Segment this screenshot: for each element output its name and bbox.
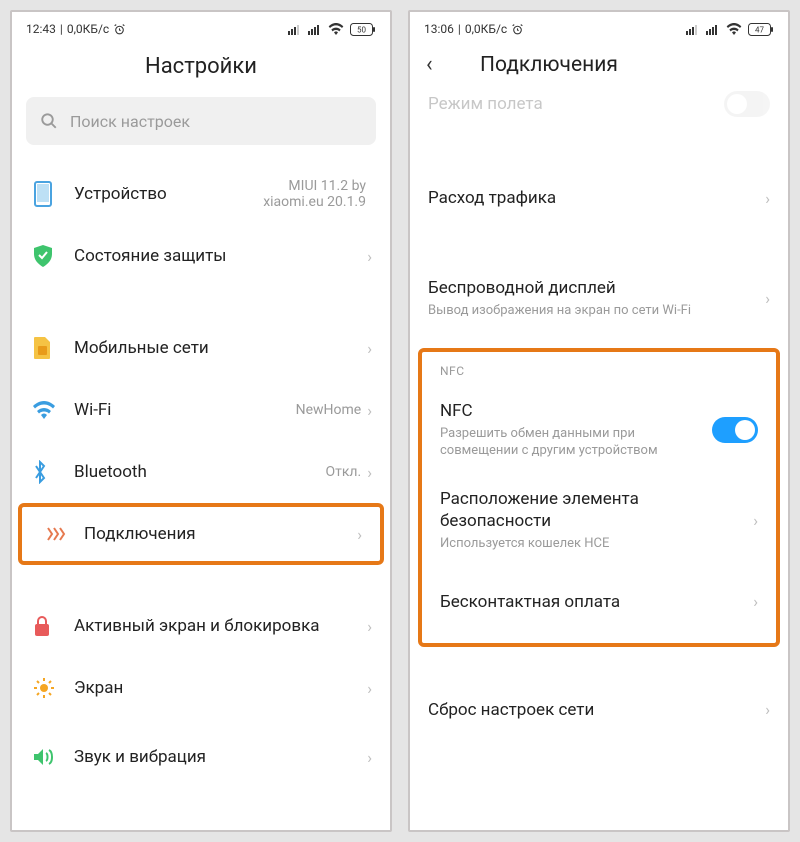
search-icon bbox=[40, 112, 58, 130]
wifi-icon bbox=[328, 23, 344, 35]
chevron-right-icon: › bbox=[357, 525, 362, 544]
signal-icon bbox=[686, 23, 700, 35]
row-bluetooth[interactable]: Bluetooth Откл. › bbox=[12, 441, 390, 503]
row-contactless-payment[interactable]: Бесконтактная оплата › bbox=[422, 567, 776, 637]
chevron-right-icon: › bbox=[367, 679, 372, 698]
row-wireless-display[interactable]: Беспроводной дисплей Вывод изображения н… bbox=[410, 263, 788, 334]
chevron-right-icon: › bbox=[367, 339, 372, 358]
status-speed: 0,0КБ/с bbox=[67, 22, 109, 36]
row-sound[interactable]: Звук и вибрация › bbox=[12, 719, 390, 781]
connections-icon bbox=[42, 524, 66, 544]
row-data-usage[interactable]: Расход трафика › bbox=[410, 163, 788, 233]
wifi-icon bbox=[726, 23, 742, 35]
chevron-right-icon: › bbox=[367, 463, 372, 482]
svg-text:50: 50 bbox=[357, 25, 366, 34]
nfc-header: NFC bbox=[422, 358, 776, 386]
row-nfc-toggle[interactable]: NFC Разрешить обмен данными при совмещен… bbox=[422, 386, 776, 474]
row-secure-element[interactable]: Расположение элемента безопасности Испол… bbox=[422, 474, 776, 567]
wifi-icon bbox=[32, 401, 56, 419]
back-button[interactable]: ‹ bbox=[420, 52, 460, 77]
row-mobile-networks[interactable]: Мобильные сети › bbox=[12, 317, 390, 379]
status-bar: 13:06 | 0,0КБ/с 47 bbox=[410, 12, 788, 46]
shield-icon bbox=[32, 244, 54, 268]
row-reset-network[interactable]: Сброс настроек сети › bbox=[410, 675, 788, 745]
status-time: 12:43 bbox=[26, 22, 56, 36]
row-security[interactable]: Состояние защиты › bbox=[12, 225, 390, 287]
search-placeholder: Поиск настроек bbox=[70, 112, 190, 131]
page-title: Подключения bbox=[460, 53, 778, 77]
page-title: Настройки bbox=[12, 46, 390, 97]
chevron-right-icon: › bbox=[753, 511, 758, 530]
search-input[interactable]: Поиск настроек bbox=[26, 97, 376, 145]
signal-icon-2 bbox=[308, 23, 322, 35]
row-device[interactable]: Устройство MIUI 11.2 by xiaomi.eu 20.1.9 bbox=[12, 163, 390, 225]
bluetooth-icon bbox=[32, 460, 48, 484]
row-wifi[interactable]: Wi-Fi NewHome › bbox=[12, 379, 390, 441]
nfc-section-highlight: NFC NFC Разрешить обмен данными при совм… bbox=[418, 348, 780, 647]
chevron-right-icon: › bbox=[765, 289, 770, 308]
battery-icon: 50 bbox=[350, 23, 376, 36]
sim-icon bbox=[32, 336, 52, 360]
lock-icon bbox=[32, 615, 52, 637]
sound-icon bbox=[32, 747, 54, 767]
phone-connections: 13:06 | 0,0КБ/с 47 ‹ Подключения Режим п… bbox=[408, 10, 790, 832]
row-display[interactable]: Экран › bbox=[12, 657, 390, 719]
chevron-right-icon: › bbox=[367, 617, 372, 636]
alarm-icon bbox=[511, 23, 524, 36]
chevron-right-icon: › bbox=[367, 247, 372, 266]
phone-settings: 12:43 | 0,0КБ/с 50 Настройки Поиск настр… bbox=[10, 10, 392, 832]
signal-icon bbox=[288, 23, 302, 35]
signal-icon-2 bbox=[706, 23, 720, 35]
chevron-right-icon: › bbox=[765, 700, 770, 719]
airplane-toggle[interactable] bbox=[724, 91, 770, 117]
status-time: 13:06 bbox=[424, 22, 454, 36]
chevron-right-icon: › bbox=[367, 401, 372, 420]
chevron-right-icon: › bbox=[753, 592, 758, 611]
chevron-right-icon: › bbox=[765, 189, 770, 208]
row-airplane-partial[interactable]: Режим полета bbox=[410, 91, 788, 121]
row-lockscreen[interactable]: Активный экран и блокировка › bbox=[12, 595, 390, 657]
brightness-icon bbox=[32, 676, 56, 700]
row-connections[interactable]: Подключения › bbox=[18, 503, 384, 565]
status-speed: 0,0КБ/с bbox=[465, 22, 507, 36]
alarm-icon bbox=[113, 23, 126, 36]
svg-text:47: 47 bbox=[755, 25, 764, 34]
chevron-right-icon: › bbox=[367, 748, 372, 767]
status-bar: 12:43 | 0,0КБ/с 50 bbox=[12, 12, 390, 46]
battery-icon: 47 bbox=[748, 23, 774, 36]
nfc-toggle[interactable] bbox=[712, 417, 758, 443]
device-icon bbox=[32, 180, 54, 208]
